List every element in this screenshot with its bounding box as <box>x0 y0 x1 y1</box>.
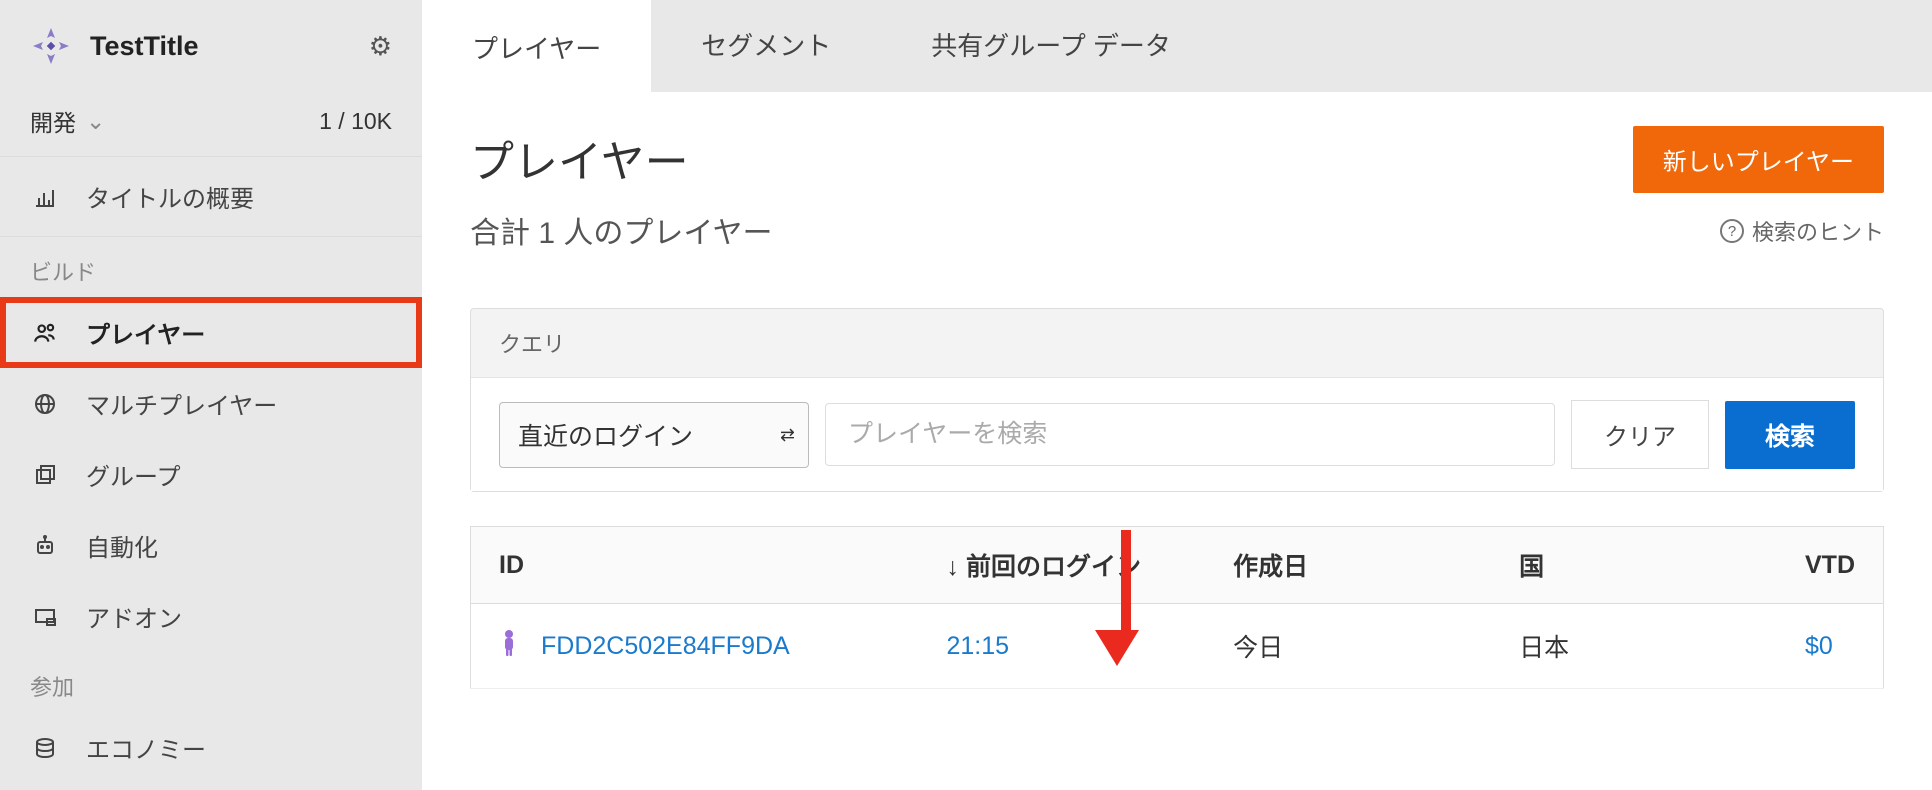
tabs: プレイヤー セグメント 共有グループ データ <box>422 0 1932 92</box>
sidebar-item-addons[interactable]: アドオン <box>0 581 422 652</box>
players-icon <box>30 320 60 346</box>
players-table: ID ↓ 前回のログイン 作成日 国 VTD FDD2C502E84FF9DA <box>470 526 1884 689</box>
main-content: プレイヤー セグメント 共有グループ データ プレイヤー 合計 1 人のプレイヤ… <box>422 0 1932 790</box>
last-login-link[interactable]: 21:15 <box>946 632 1009 660</box>
sidebar: TestTitle ⚙ 開発 ⌄ 1 / 10K タイトルの概要 ビルド プレイ… <box>0 0 422 790</box>
col-created[interactable]: 作成日 <box>1205 527 1491 604</box>
sidebar-item-label: マルチプレイヤー <box>86 386 277 421</box>
environment-row[interactable]: 開発 ⌄ 1 / 10K <box>0 92 422 157</box>
sidebar-item-label: 自動化 <box>86 528 158 563</box>
section-build-label: ビルド <box>0 237 422 297</box>
search-hint-label: 検索のヒント <box>1752 215 1884 247</box>
sidebar-header: TestTitle ⚙ <box>0 0 422 92</box>
col-id[interactable]: ID <box>471 527 919 604</box>
sidebar-item-label: プレイヤー <box>86 315 205 350</box>
clear-button[interactable]: クリア <box>1571 400 1709 469</box>
col-vtd[interactable]: VTD <box>1777 527 1884 604</box>
player-id-link[interactable]: FDD2C502E84FF9DA <box>541 632 790 661</box>
chart-icon <box>30 185 60 209</box>
tab-players[interactable]: プレイヤー <box>422 0 651 92</box>
sidebar-item-economy[interactable]: エコノミー <box>0 712 422 783</box>
new-player-button[interactable]: 新しいプレイヤー <box>1633 126 1884 193</box>
created-cell: 今日 <box>1205 604 1491 689</box>
chevron-down-icon: ⌄ <box>86 108 105 135</box>
search-button[interactable]: 検索 <box>1725 401 1855 469</box>
environment-label: 開発 <box>30 104 76 138</box>
logo-icon <box>30 25 72 67</box>
search-input[interactable] <box>825 403 1555 466</box>
robot-icon <box>30 534 60 558</box>
sidebar-item-multiplayer[interactable]: マルチプレイヤー <box>0 368 422 439</box>
query-title: クエリ <box>471 309 1883 377</box>
help-icon: ? <box>1720 219 1744 243</box>
col-country[interactable]: 国 <box>1491 527 1777 604</box>
vtd-link[interactable]: $0 <box>1805 632 1833 660</box>
tab-shared-group[interactable]: 共有グループ データ <box>881 0 1221 92</box>
sidebar-item-overview[interactable]: タイトルの概要 <box>0 157 422 237</box>
col-last-login[interactable]: ↓ 前回のログイン <box>918 527 1205 604</box>
sidebar-item-players[interactable]: プレイヤー <box>0 297 422 368</box>
sidebar-item-label: グループ <box>86 457 181 492</box>
economy-icon <box>30 736 60 760</box>
groups-icon <box>30 463 60 487</box>
gear-icon[interactable]: ⚙ <box>369 31 392 62</box>
sidebar-item-label: アドオン <box>86 599 182 634</box>
app-title: TestTitle <box>90 31 369 62</box>
page-header: プレイヤー 合計 1 人のプレイヤー 新しいプレイヤー ? 検索のヒント <box>422 92 1932 272</box>
page-subtitle: 合計 1 人のプレイヤー <box>470 208 1633 252</box>
sidebar-item-automation[interactable]: 自動化 <box>0 510 422 581</box>
page-title: プレイヤー <box>470 126 1633 190</box>
player-icon <box>499 629 519 664</box>
addon-icon <box>30 605 60 629</box>
section-engage-label: 参加 <box>0 652 422 712</box>
search-hint-link[interactable]: ? 検索のヒント <box>1720 215 1884 247</box>
sidebar-item-label: エコノミー <box>86 730 206 765</box>
environment-count: 1 / 10K <box>319 108 392 135</box>
sidebar-item-groups[interactable]: グループ <box>0 439 422 510</box>
globe-icon <box>30 392 60 416</box>
sidebar-item-label: タイトルの概要 <box>86 179 254 214</box>
query-select[interactable]: 直近のログイン <box>499 402 809 468</box>
tab-segments[interactable]: セグメント <box>651 0 881 92</box>
table-row: FDD2C502E84FF9DA 21:15 今日 日本 $0 <box>471 604 1884 689</box>
query-panel: クエリ 直近のログイン クリア 検索 <box>470 308 1884 492</box>
country-cell: 日本 <box>1491 604 1777 689</box>
